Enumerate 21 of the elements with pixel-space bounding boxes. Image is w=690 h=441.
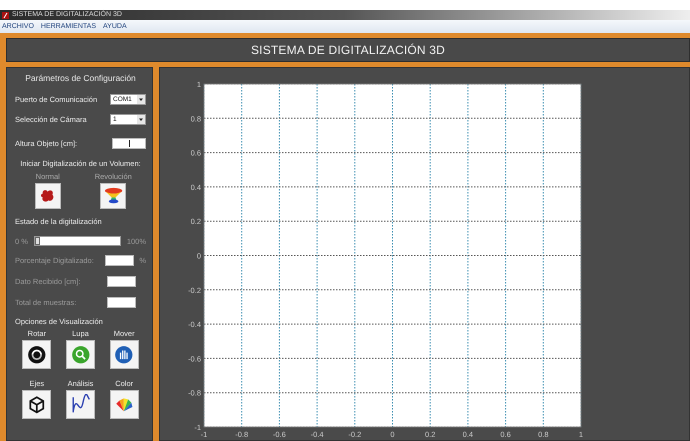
panel-title: Parámetros de Configuración bbox=[24, 73, 137, 83]
magnifier-icon bbox=[70, 344, 92, 366]
scan-button[interactable] bbox=[34, 183, 61, 209]
surface-icon bbox=[104, 186, 123, 206]
readout-field bbox=[107, 297, 136, 308]
app-icon bbox=[2, 12, 9, 18]
app-title: SISTEMA DE DIGITALIZACIÓN 3D bbox=[250, 43, 446, 57]
scan-button[interactable] bbox=[100, 183, 126, 209]
readout-field bbox=[107, 276, 136, 287]
caret-icon bbox=[137, 114, 145, 124]
input-field[interactable] bbox=[112, 138, 146, 148]
tool-button[interactable] bbox=[110, 340, 139, 369]
rotate-icon bbox=[26, 344, 48, 366]
tool-button[interactable] bbox=[66, 390, 95, 419]
waveform-icon bbox=[70, 394, 92, 416]
tool-button[interactable] bbox=[22, 390, 52, 419]
readout-field bbox=[105, 255, 134, 266]
caret-icon bbox=[137, 94, 145, 104]
slider-thumb[interactable] bbox=[34, 237, 40, 245]
progress-slider[interactable] bbox=[34, 236, 121, 246]
tool-button[interactable] bbox=[22, 340, 52, 369]
